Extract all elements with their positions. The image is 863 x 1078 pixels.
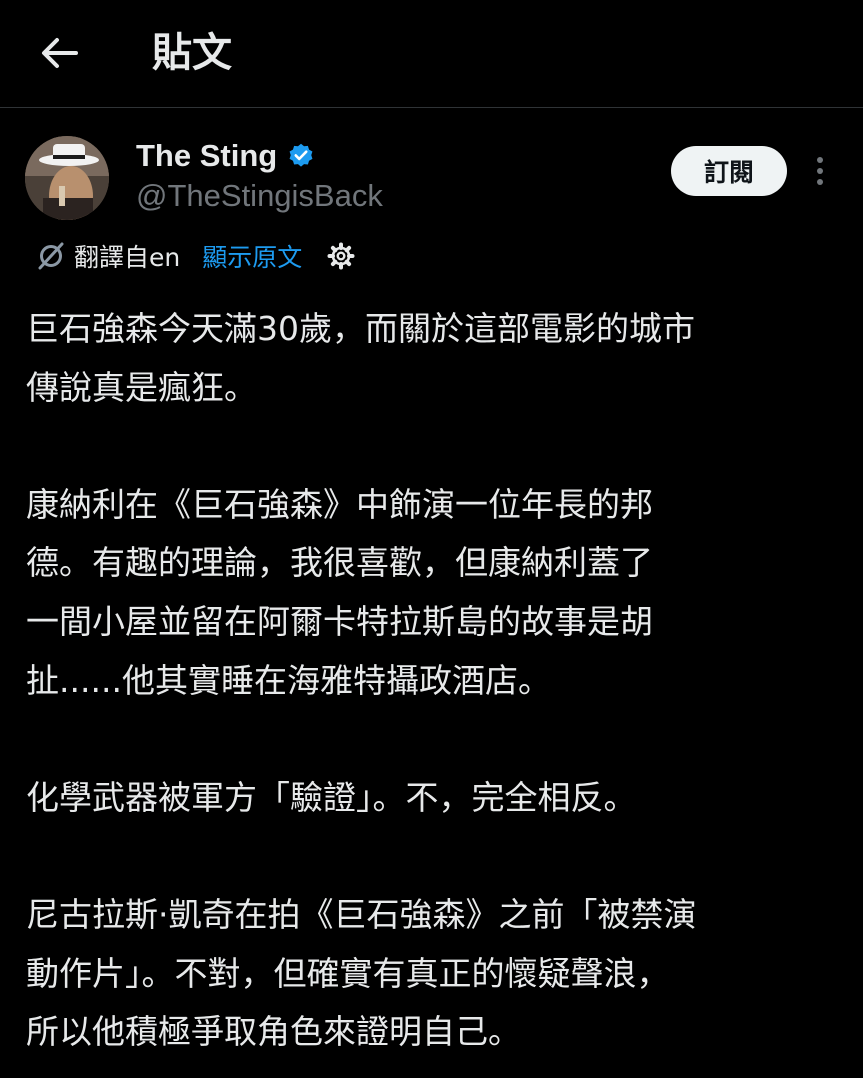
tweet-line: 傳說真是瘋狂。 — [26, 367, 257, 407]
back-button[interactable] — [30, 26, 88, 80]
tweet-paragraph-1: 巨石強森今天滿30歲，而關於這部電影的城市 傳說真是瘋狂。 — [26, 300, 846, 417]
translated-from-label: 翻譯自en — [74, 243, 181, 272]
page-title: 貼文 — [152, 30, 232, 76]
show-original-link[interactable]: 顯示原文 — [202, 238, 302, 274]
gear-icon — [327, 242, 355, 270]
tweet-line: 所以他積極爭取角色來證明自己。 — [26, 1012, 521, 1052]
author-handle[interactable]: @TheStingisBack — [136, 176, 383, 216]
tweet-line: 化學武器被軍方「驗證」。不，完全相反。 — [26, 777, 637, 817]
author-name[interactable]: The Sting — [136, 138, 277, 174]
more-options-button[interactable] — [806, 150, 834, 192]
avatar[interactable] — [25, 136, 109, 220]
verified-badge-icon — [289, 143, 313, 167]
subscribe-button[interactable]: 訂閱 — [671, 146, 787, 196]
tweet-line: 一間小屋並留在阿爾卡特拉斯島的故事是胡 — [26, 601, 653, 641]
tweet-line: 尼古拉斯·凱奇在拍《巨石強森》之前「被禁演 — [26, 894, 697, 934]
tweet-text: 巨石強森今天滿30歲，而關於這部電影的城市 傳說真是瘋狂。 康納利在《巨石強森》… — [26, 300, 846, 1062]
translation-settings-button[interactable] — [326, 241, 356, 271]
tweet-line: 德。有趣的理論，我很喜歡，但康納利蓋了 — [26, 543, 653, 583]
translate-icon — [38, 242, 64, 270]
tweet-line: 扯......他其實睡在海雅特攝政酒店。 — [26, 660, 551, 700]
tweet-paragraph-2: 康納利在《巨石強森》中飾演一位年長的邦 德。有趣的理論，我很喜歡，但康納利蓋了 … — [26, 476, 846, 710]
tweet-line: 動作片」。不對，但確實有真正的懷疑聲浪， — [26, 953, 670, 993]
translation-bar: 翻譯自en 顯示原文 — [36, 234, 356, 278]
tweet-paragraph-4: 尼古拉斯·凱奇在拍《巨石強森》之前「被禁演 動作片」。不對，但確實有真正的懷疑聲… — [26, 886, 846, 1062]
more-vertical-icon — [817, 157, 823, 185]
tweet-line: 巨石強森今天滿30歲，而關於這部電影的城市 — [26, 309, 695, 348]
author-name-row: The Sting — [136, 134, 315, 178]
top-bar: 貼文 — [0, 0, 863, 108]
profile-photo — [25, 136, 109, 220]
tweet-line: 康納利在《巨石強森》中飾演一位年長的邦 — [26, 484, 653, 524]
arrow-left-icon — [42, 38, 78, 68]
tweet-paragraph-3: 化學武器被軍方「驗證」。不，完全相反。 — [26, 769, 846, 828]
